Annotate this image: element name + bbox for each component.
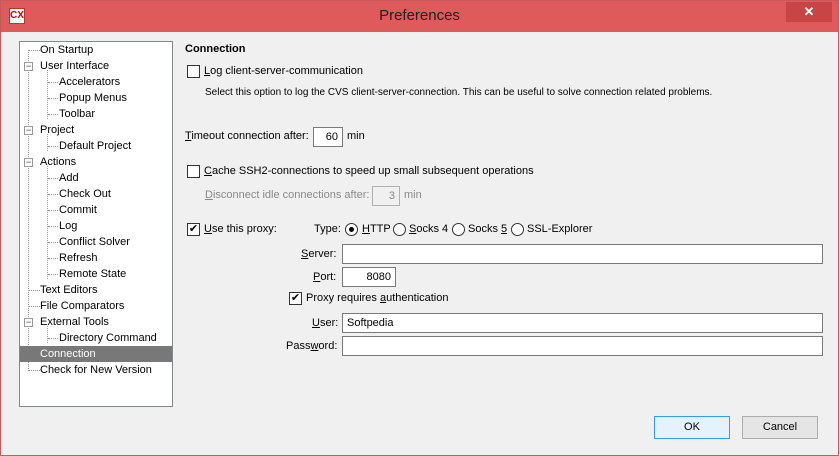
log-communication-checkbox[interactable] <box>187 65 200 78</box>
cache-ssh2-checkbox[interactable] <box>187 165 200 178</box>
server-input[interactable] <box>342 244 823 264</box>
disconnect-idle-input[interactable] <box>372 186 400 206</box>
window-title: Preferences <box>379 7 460 24</box>
tree-item-text-editors[interactable]: Text Editors <box>40 282 97 298</box>
server-label: Server: <box>301 248 337 260</box>
password-label: Password: <box>286 340 338 352</box>
connection-panel: Connection Log client-server-communicati… <box>185 41 825 411</box>
tree-item-connection[interactable]: Connection <box>20 346 172 362</box>
proxy-auth-checkbox[interactable]: ✔ <box>289 292 302 305</box>
tree-item-add[interactable]: Add <box>59 170 79 186</box>
tree-item-directory-command[interactable]: Directory Command <box>59 330 157 346</box>
tree-item-external-tools[interactable]: External Tools <box>40 314 109 330</box>
password-input[interactable] <box>342 336 823 356</box>
radio-http[interactable] <box>345 223 358 236</box>
collapse-user-interface-icon[interactable]: − <box>24 62 33 71</box>
preferences-tree[interactable]: − − − − On Startup User Interface Accele… <box>19 41 173 407</box>
user-input[interactable] <box>342 313 823 333</box>
radio-http-label[interactable]: HTTP <box>362 223 391 235</box>
tree-item-conflict-solver[interactable]: Conflict Solver <box>59 234 130 250</box>
log-communication-label[interactable]: Log client-server-communication <box>204 65 363 77</box>
disconnect-idle-unit: min <box>404 189 422 201</box>
disconnect-idle-label: Disconnect idle connections after: <box>205 189 370 201</box>
collapse-actions-icon[interactable]: − <box>24 158 33 167</box>
tree-item-toolbar[interactable]: Toolbar <box>59 106 95 122</box>
collapse-project-icon[interactable]: − <box>24 126 33 135</box>
tree-item-popup-menus[interactable]: Popup Menus <box>59 90 127 106</box>
port-label: Port: <box>313 271 337 283</box>
dialog-content: − − − − On Startup User Interface Accele… <box>8 32 831 449</box>
timeout-unit: min <box>347 130 365 142</box>
radio-socks4[interactable] <box>393 223 406 236</box>
tree-item-file-comparators[interactable]: File Comparators <box>40 298 124 314</box>
use-proxy-label[interactable]: Use this proxy: <box>204 223 277 235</box>
section-title: Connection <box>185 43 246 55</box>
tree-item-log[interactable]: Log <box>59 218 77 234</box>
cache-ssh2-label[interactable]: Cache SSH2-connections to speed up small… <box>204 165 534 177</box>
preferences-window: CX Preferences ✕ − − − − On Startup User… <box>0 0 839 456</box>
user-label: User: <box>312 317 339 329</box>
timeout-label: Timeout connection after: <box>185 130 309 142</box>
title-bar[interactable]: CX Preferences ✕ <box>1 1 838 32</box>
tree-item-remote-state[interactable]: Remote State <box>59 266 126 282</box>
tree-item-actions[interactable]: Actions <box>40 154 76 170</box>
radio-socks5-label[interactable]: Socks 5 <box>468 223 507 235</box>
tree-item-on-startup[interactable]: On Startup <box>40 42 93 58</box>
tree-item-accelerators[interactable]: Accelerators <box>59 74 120 90</box>
tree-item-commit[interactable]: Commit <box>59 202 97 218</box>
cancel-button[interactable]: Cancel <box>742 416 818 439</box>
log-description: Select this option to log the CVS client… <box>205 87 713 98</box>
radio-socks4-label[interactable]: Socks 4 <box>409 223 448 235</box>
radio-ssl-explorer[interactable] <box>511 223 524 236</box>
ok-button[interactable]: OK <box>654 416 730 439</box>
use-proxy-checkbox[interactable]: ✔ <box>187 223 200 236</box>
tree-item-default-project[interactable]: Default Project <box>59 138 131 154</box>
radio-socks5[interactable] <box>452 223 465 236</box>
tree-item-refresh[interactable]: Refresh <box>59 250 98 266</box>
tree-item-check-for-new-version[interactable]: Check for New Version <box>40 362 152 378</box>
proxy-auth-label[interactable]: Proxy requires authentication <box>306 292 449 304</box>
port-input[interactable] <box>342 267 396 287</box>
collapse-external-tools-icon[interactable]: − <box>24 318 33 327</box>
proxy-type-label: Type: <box>314 223 341 235</box>
close-icon: ✕ <box>803 4 815 19</box>
radio-ssl-explorer-label[interactable]: SSL-Explorer <box>527 223 592 235</box>
timeout-input[interactable] <box>313 127 343 147</box>
tree-item-check-out[interactable]: Check Out <box>59 186 111 202</box>
tree-item-project[interactable]: Project <box>40 122 74 138</box>
close-button[interactable]: ✕ <box>786 2 832 22</box>
tree-item-user-interface[interactable]: User Interface <box>40 58 109 74</box>
